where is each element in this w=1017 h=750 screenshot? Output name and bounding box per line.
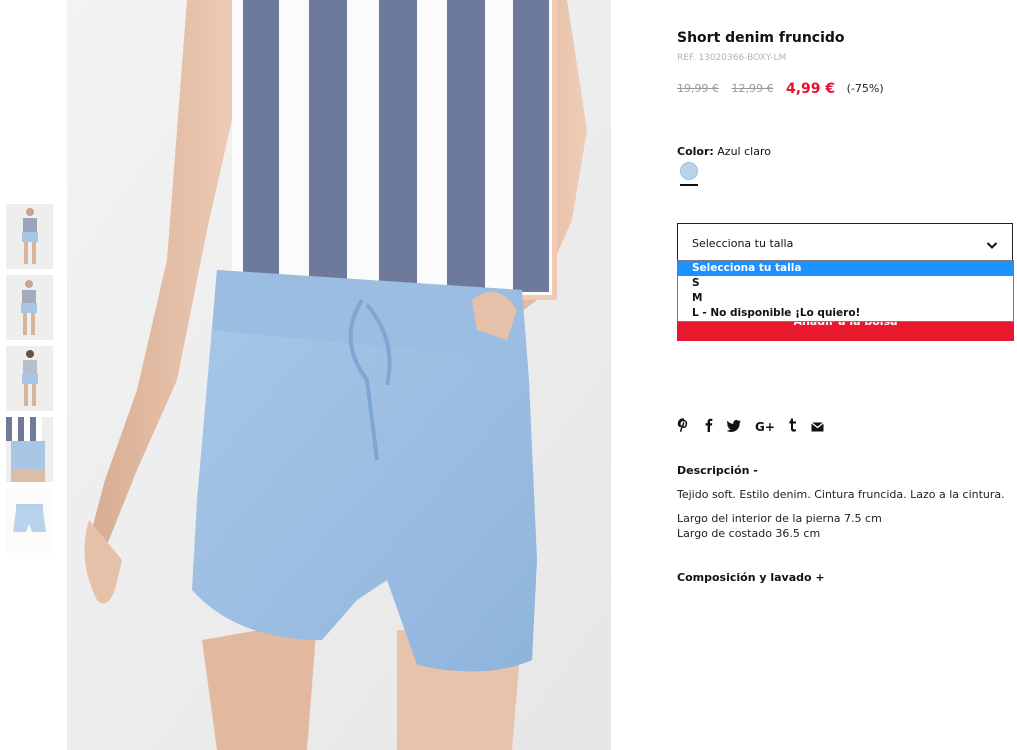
current-price: 4,99 € xyxy=(786,81,836,97)
size-option-m[interactable]: M xyxy=(678,291,1013,306)
color-swatch-azul-claro[interactable] xyxy=(680,162,698,180)
size-dropdown-list: Selecciona tu talla S M L - No disponibl… xyxy=(677,260,1014,322)
composition-heading[interactable]: Composición y lavado + xyxy=(677,571,825,584)
price-block: 19,99 € 12,99 € 4,99 € (-75%) xyxy=(677,80,884,97)
size-option-l[interactable]: L - No disponible ¡Lo quiero! xyxy=(678,306,1013,321)
svg-text:G+: G+ xyxy=(755,420,774,432)
email-icon[interactable] xyxy=(811,417,825,436)
description-heading[interactable]: Descripción - xyxy=(677,464,758,477)
old-price-1: 19,99 € xyxy=(677,82,719,95)
description-measure-1: Largo del interior de la pierna 7.5 cm xyxy=(677,512,882,525)
thumbnail-2[interactable] xyxy=(6,275,53,340)
description-measure-2: Largo de costado 36.5 cm xyxy=(677,527,821,540)
social-share-bar: G+ xyxy=(677,416,833,434)
thumbnail-list xyxy=(6,204,53,559)
thumbnail-4[interactable] xyxy=(6,417,53,482)
thumbnail-5[interactable] xyxy=(6,488,53,553)
size-select[interactable]: Selecciona tu talla xyxy=(677,223,1013,261)
discount-badge: (-75%) xyxy=(846,82,884,95)
color-label: Color: Azul claro xyxy=(677,145,771,158)
product-main-image xyxy=(67,0,611,750)
twitter-icon[interactable] xyxy=(726,417,742,436)
description-text: Tejido soft. Estilo denim. Cintura frunc… xyxy=(677,488,1005,501)
size-option-s[interactable]: S xyxy=(678,276,1013,291)
chevron-down-icon xyxy=(986,236,998,255)
color-label-prefix: Color: xyxy=(677,145,714,158)
size-option-placeholder[interactable]: Selecciona tu talla xyxy=(678,261,1013,276)
pinterest-icon[interactable] xyxy=(677,417,690,436)
thumbnail-3[interactable] xyxy=(6,346,53,411)
product-title: Short denim fruncido xyxy=(677,30,845,46)
thumbnail-1[interactable] xyxy=(6,204,53,269)
old-price-2: 12,99 € xyxy=(731,82,774,95)
product-ref: REF. 13020366-BOXY-LM xyxy=(677,53,787,63)
swatch-selected-indicator xyxy=(680,184,698,186)
color-value: Azul claro xyxy=(717,145,771,158)
google-plus-icon[interactable]: G+ xyxy=(755,417,775,436)
facebook-icon[interactable] xyxy=(704,417,713,436)
size-select-value: Selecciona tu talla xyxy=(692,237,794,250)
tumblr-icon[interactable] xyxy=(788,417,797,436)
